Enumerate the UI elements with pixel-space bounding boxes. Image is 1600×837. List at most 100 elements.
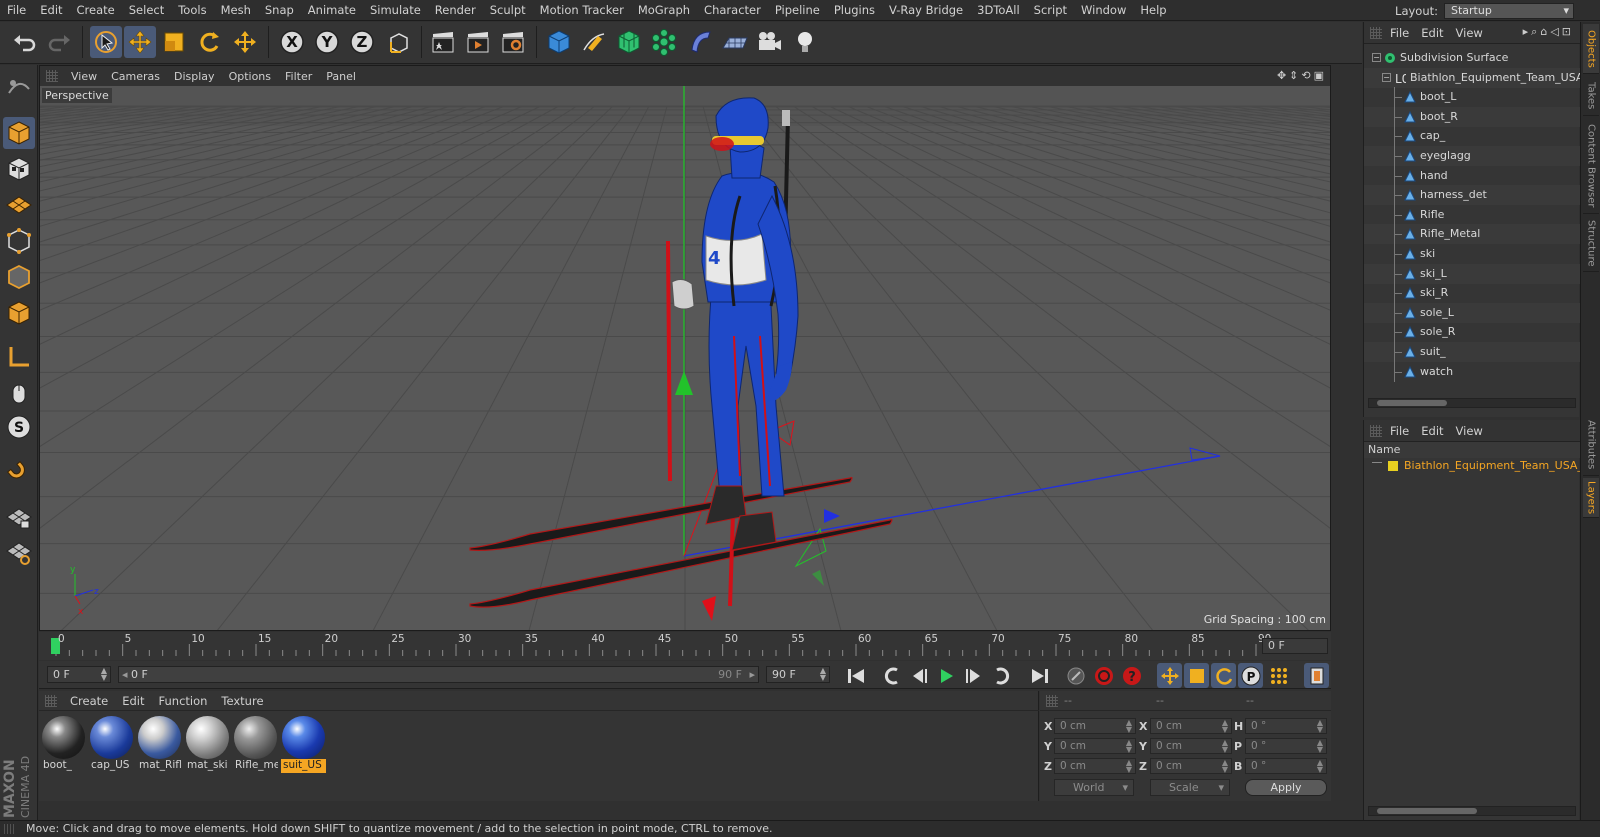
scale-tool-button[interactable] [158, 26, 190, 58]
object-row[interactable]: harness_det [1364, 185, 1580, 206]
go-to-end-button[interactable] [1027, 663, 1052, 688]
object-row[interactable]: Rifle [1364, 204, 1580, 225]
object-row[interactable]: cap_ [1364, 126, 1580, 147]
menu-3dtoall[interactable]: 3DToAll [970, 0, 1027, 21]
polygons-mode-button[interactable] [3, 297, 35, 329]
object-row[interactable]: boot_L [1364, 87, 1580, 108]
objects-menu-view[interactable]: View [1450, 26, 1489, 40]
object-row[interactable]: watch [1364, 361, 1580, 382]
material-swatch[interactable]: mat_ski [185, 715, 230, 773]
scrollbar-thumb[interactable] [1377, 400, 1447, 406]
object-row[interactable]: Rifle_Metal [1364, 224, 1580, 245]
home-icon[interactable]: ⌂ [1540, 25, 1550, 38]
viewport-menu-filter[interactable]: Filter [278, 70, 319, 83]
rotation-b-field[interactable]: 0 ° ▲ ▼ [1245, 758, 1327, 774]
undo-button[interactable] [8, 26, 40, 58]
redo-button[interactable] [44, 26, 76, 58]
viewport-menu-options[interactable]: Options [222, 70, 278, 83]
x-axis-lock-button[interactable]: X [276, 26, 308, 58]
keyframe-selection-button[interactable]: ? [1119, 663, 1144, 688]
object-row[interactable]: sole_R [1364, 322, 1580, 343]
coordinate-mode-select[interactable]: World ▾ [1054, 779, 1134, 796]
snap-button[interactable]: S [3, 411, 35, 443]
position-y-field[interactable]: 0 cm ▲ ▼ [1054, 738, 1136, 754]
preview-range-slider[interactable]: ◂ 0 F 90 F ▸ [118, 666, 759, 683]
size-z-field[interactable]: 0 cm ▲ ▼ [1150, 758, 1232, 774]
spinner-icon[interactable]: ▲ ▼ [1222, 719, 1228, 734]
spinner-icon[interactable]: ▲ ▼ [1222, 759, 1228, 774]
layers-menu-edit[interactable]: Edit [1415, 424, 1449, 438]
record-parameter-button[interactable]: P [1238, 663, 1263, 688]
spinner-icon[interactable]: ▲ ▼ [1317, 759, 1323, 774]
min-time-field[interactable]: 0 F ▲ ▼ [47, 666, 111, 683]
tab-objects[interactable]: Objects [1583, 24, 1599, 74]
object-row[interactable]: ski_R [1364, 283, 1580, 304]
timeline-ticks[interactable] [51, 634, 1263, 658]
axis-mode-button[interactable] [3, 341, 35, 373]
menu-vray-bridge[interactable]: V-Ray Bridge [882, 0, 970, 21]
layout-select[interactable]: Startup ▾ [1444, 2, 1574, 19]
go-to-start-button[interactable] [843, 663, 868, 688]
maximize-view-icon[interactable]: ▣ [1314, 69, 1324, 82]
render-settings-button[interactable] [497, 26, 529, 58]
spinner-icon[interactable]: ▲ ▼ [820, 667, 826, 682]
3d-viewport[interactable]: 4 y z x Perspective Grid Spacing: 100 c… [40, 86, 1330, 630]
record-position-button[interactable] [1157, 663, 1182, 688]
workplane-mode-button[interactable] [3, 187, 35, 219]
record-keys-button[interactable] [1063, 663, 1088, 688]
magnet-button[interactable] [3, 457, 35, 489]
pan-icon[interactable]: ✥ [1277, 69, 1286, 82]
array-button[interactable] [648, 26, 680, 58]
search-icon[interactable]: ⌕ [1531, 25, 1540, 38]
size-x-field[interactable]: 0 cm ▲ ▼ [1150, 718, 1232, 734]
menu-help[interactable]: Help [1133, 0, 1173, 21]
previous-key-button[interactable] [879, 663, 904, 688]
menu-mesh[interactable]: Mesh [214, 0, 258, 21]
current-frame-field[interactable]: 0 F [1262, 638, 1328, 654]
layer-color-swatch[interactable] [1388, 461, 1398, 471]
menu-animate[interactable]: Animate [301, 0, 363, 21]
arrow-right-icon[interactable]: ▸ [1523, 25, 1532, 38]
menu-script[interactable]: Script [1027, 0, 1074, 21]
size-mode-select[interactable]: Scale ▾ [1150, 779, 1230, 796]
deformer-button[interactable] [684, 26, 716, 58]
object-row[interactable]: hand [1364, 165, 1580, 186]
layers-horizontal-scrollbar[interactable] [1368, 806, 1576, 816]
menu-window[interactable]: Window [1074, 0, 1133, 21]
object-row[interactable]: ski_L [1364, 263, 1580, 284]
material-swatch[interactable]: cap_US [89, 715, 134, 773]
viewport-menu-view[interactable]: View [64, 70, 104, 83]
objects-menu-file[interactable]: File [1384, 26, 1415, 40]
z-axis-lock-button[interactable]: Z [346, 26, 378, 58]
tab-structure[interactable]: Structure [1583, 216, 1599, 272]
menu-render[interactable]: Render [428, 0, 483, 21]
material-menu-texture[interactable]: Texture [214, 694, 270, 708]
y-axis-lock-button[interactable]: Y [311, 26, 343, 58]
menu-sculpt[interactable]: Sculpt [483, 0, 533, 21]
spinner-icon[interactable]: ▲ ▼ [1126, 759, 1132, 774]
autokeying-button[interactable] [1091, 663, 1116, 688]
material-swatch[interactable]: Rifle_me [233, 715, 278, 773]
panel-grip-icon[interactable] [1370, 27, 1382, 39]
objects-horizontal-scrollbar[interactable] [1368, 398, 1576, 408]
material-menu-edit[interactable]: Edit [115, 694, 151, 708]
collapse-toggle-icon[interactable]: − [1372, 53, 1381, 62]
spinner-icon[interactable]: ▲ ▼ [1126, 739, 1132, 754]
locked-workplane-button[interactable] [3, 501, 35, 533]
size-y-field[interactable]: 0 cm ▲ ▼ [1150, 738, 1232, 754]
menu-select[interactable]: Select [122, 0, 171, 21]
menu-mograph[interactable]: MoGraph [631, 0, 697, 21]
spinner-icon[interactable]: ▲ ▼ [1317, 739, 1323, 754]
camera-button[interactable] [754, 26, 786, 58]
menu-edit[interactable]: Edit [33, 0, 69, 21]
menu-character[interactable]: Character [697, 0, 768, 21]
object-row[interactable]: sole_L [1364, 302, 1580, 323]
move-tool-button[interactable] [124, 26, 156, 58]
menu-motion-tracker[interactable]: Motion Tracker [533, 0, 631, 21]
texture-mode-button[interactable] [3, 153, 35, 185]
rotate-tool-button[interactable] [193, 26, 225, 58]
viewport-menu-panel[interactable]: Panel [319, 70, 363, 83]
layer-row[interactable]: Biathlon_Equipment_Team_USA_S [1364, 458, 1580, 476]
cube-primitive-button[interactable] [543, 26, 575, 58]
rotation-p-field[interactable]: 0 ° ▲ ▼ [1245, 738, 1327, 754]
